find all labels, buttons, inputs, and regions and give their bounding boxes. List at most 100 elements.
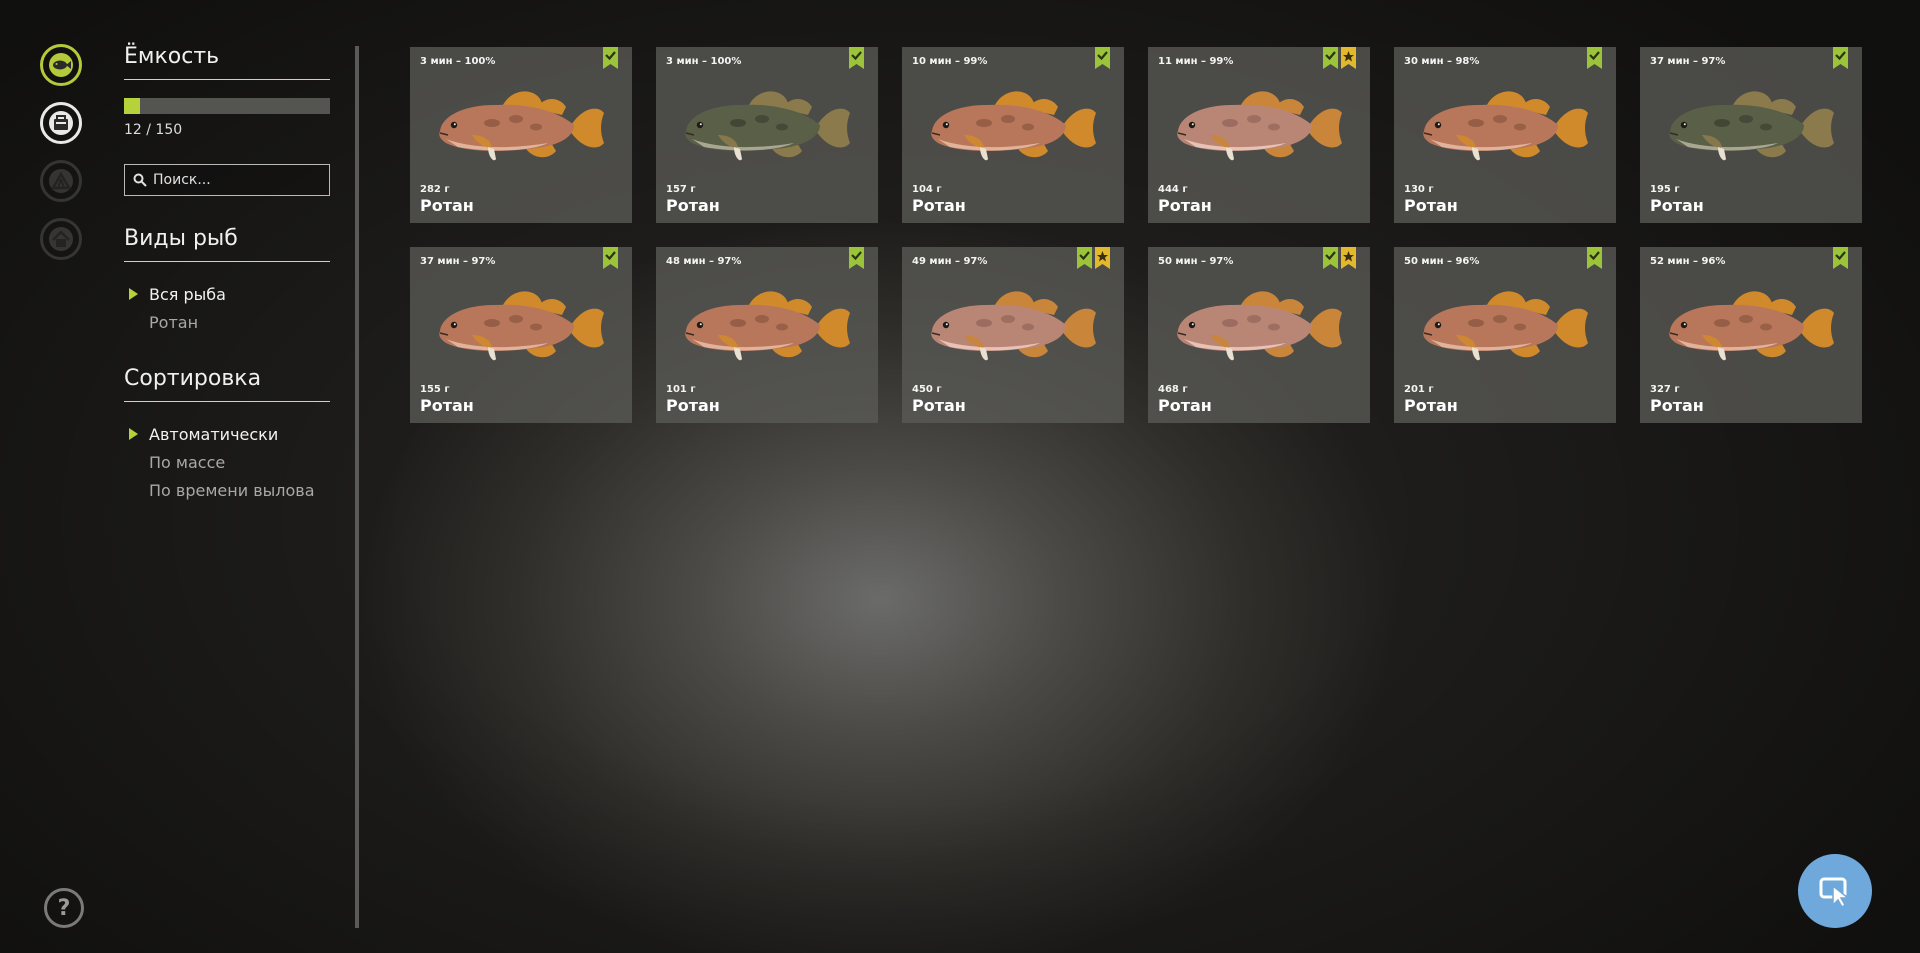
card-badges: [1587, 47, 1602, 69]
panel-divider: [355, 46, 359, 928]
check-bookmark-icon: [849, 47, 864, 69]
capacity-bar-fill: [124, 98, 141, 114]
fish-image: [924, 283, 1100, 373]
check-bookmark-icon: [1833, 247, 1848, 269]
check-bookmark-icon: [849, 247, 864, 269]
card-badges: [849, 47, 864, 69]
species-option[interactable]: Ротан: [124, 308, 330, 336]
capacity-bar: [124, 98, 330, 114]
card-badges: [1587, 247, 1602, 269]
fish-card[interactable]: 52 мин – 96% 327 г Ротан: [1640, 247, 1862, 423]
fish-card[interactable]: 49 мин – 97% 450 г Ротан: [902, 247, 1124, 423]
species-title: Виды рыб: [124, 226, 330, 262]
tackle-box-icon[interactable]: [40, 102, 82, 144]
home-icon[interactable]: [40, 218, 82, 260]
fish-image: [678, 283, 854, 373]
search-icon: [133, 173, 147, 187]
fish-card[interactable]: 50 мин – 97% 468 г Ротан: [1148, 247, 1370, 423]
fish-card[interactable]: 50 мин – 96% 201 г Ротан: [1394, 247, 1616, 423]
check-bookmark-icon: [1587, 247, 1602, 269]
card-badges: [1095, 47, 1110, 69]
sort-option[interactable]: Автоматически: [124, 420, 330, 448]
fish-name-label: Ротан: [1404, 196, 1458, 215]
fish-name-label: Ротан: [1158, 396, 1212, 415]
card-badges: [1833, 47, 1848, 69]
fish-name-label: Ротан: [666, 396, 720, 415]
catch-time-label: 37 мин – 97%: [1650, 56, 1726, 67]
catch-time-label: 10 мин – 99%: [912, 56, 988, 67]
catch-time-label: 3 мин – 100%: [666, 56, 742, 67]
fish-name-label: Ротан: [912, 396, 966, 415]
search-input[interactable]: [153, 172, 313, 188]
catch-time-label: 37 мин – 97%: [420, 256, 496, 267]
sort-option[interactable]: По времени вылова: [124, 476, 330, 504]
fish-card[interactable]: 37 мин – 97% 155 г Ротан: [410, 247, 632, 423]
fish-name-label: Ротан: [420, 196, 474, 215]
capacity-title: Ёмкость: [124, 44, 330, 80]
help-button[interactable]: ?: [44, 888, 84, 928]
fish-image: [924, 83, 1100, 173]
fish-name-label: Ротан: [666, 196, 720, 215]
catch-time-label: 49 мин – 97%: [912, 256, 988, 267]
sort-title: Сортировка: [124, 366, 330, 402]
fish-card[interactable]: 3 мин – 100% 282 г Ротан: [410, 47, 632, 223]
fish-keepnet-icon[interactable]: [40, 44, 82, 86]
fish-image: [678, 83, 854, 173]
check-bookmark-icon: [1095, 47, 1110, 69]
fish-card[interactable]: 3 мин – 100% 157 г Ротан: [656, 47, 878, 223]
fish-card[interactable]: 10 мин – 99% 104 г Ротан: [902, 47, 1124, 223]
star-bookmark-icon: [1341, 247, 1356, 269]
check-bookmark-icon: [1323, 247, 1338, 269]
catch-time-label: 48 мин – 97%: [666, 256, 742, 267]
card-badges: [1323, 247, 1356, 269]
card-badges: [849, 247, 864, 269]
check-bookmark-icon: [1077, 247, 1092, 269]
fish-card[interactable]: 11 мин – 99% 444 г Ротан: [1148, 47, 1370, 223]
star-bookmark-icon: [1341, 47, 1356, 69]
check-bookmark-icon: [1323, 47, 1338, 69]
fish-image: [1416, 83, 1592, 173]
tent-icon[interactable]: [40, 160, 82, 202]
fish-image: [1662, 283, 1838, 373]
fish-image: [432, 283, 608, 373]
fish-card[interactable]: 37 мин – 97% 195 г Ротан: [1640, 47, 1862, 223]
search-box[interactable]: [124, 164, 330, 196]
card-badges: [603, 47, 618, 69]
fish-grid: 3 мин – 100% 282 г Ротан 3 мин – 100% 157 …: [410, 47, 1862, 423]
fish-weight-label: 155 г: [420, 384, 450, 395]
card-badges: [1323, 47, 1356, 69]
capacity-count: 12 / 150: [124, 122, 183, 138]
fish-weight-label: 130 г: [1404, 184, 1434, 195]
fish-weight-label: 450 г: [912, 384, 942, 395]
cursor-icon: [1819, 877, 1851, 909]
fish-name-label: Ротан: [1404, 396, 1458, 415]
sort-list: Автоматически По массе По времени вылова: [124, 420, 330, 504]
fish-image: [432, 83, 608, 173]
fish-image: [1170, 283, 1346, 373]
species-option[interactable]: Вся рыба: [124, 280, 330, 308]
sort-option[interactable]: По массе: [124, 448, 330, 476]
catch-time-label: 50 мин – 97%: [1158, 256, 1234, 267]
fish-name-label: Ротан: [1158, 196, 1212, 215]
card-badges: [1833, 247, 1848, 269]
fish-name-label: Ротан: [1650, 396, 1704, 415]
fish-weight-label: 157 г: [666, 184, 696, 195]
check-bookmark-icon: [1833, 47, 1848, 69]
catch-time-label: 50 мин – 96%: [1404, 256, 1480, 267]
fish-name-label: Ротан: [1650, 196, 1704, 215]
fish-name-label: Ротан: [912, 196, 966, 215]
fish-weight-label: 195 г: [1650, 184, 1680, 195]
fish-weight-label: 468 г: [1158, 384, 1188, 395]
fish-card[interactable]: 48 мин – 97% 101 г Ротан: [656, 247, 878, 423]
fish-card[interactable]: 30 мин – 98% 130 г Ротан: [1394, 47, 1616, 223]
side-panel: Ёмкость 12 / 150 Виды рыб Вся рыбаРотан …: [124, 44, 330, 504]
catch-time-label: 52 мин – 96%: [1650, 256, 1726, 267]
star-bookmark-icon: [1095, 247, 1110, 269]
check-bookmark-icon: [603, 247, 618, 269]
catch-time-label: 3 мин – 100%: [420, 56, 496, 67]
cursor-mode-button[interactable]: [1798, 854, 1872, 928]
fish-weight-label: 201 г: [1404, 384, 1434, 395]
fish-image: [1170, 83, 1346, 173]
fish-weight-label: 104 г: [912, 184, 942, 195]
fish-weight-label: 101 г: [666, 384, 696, 395]
